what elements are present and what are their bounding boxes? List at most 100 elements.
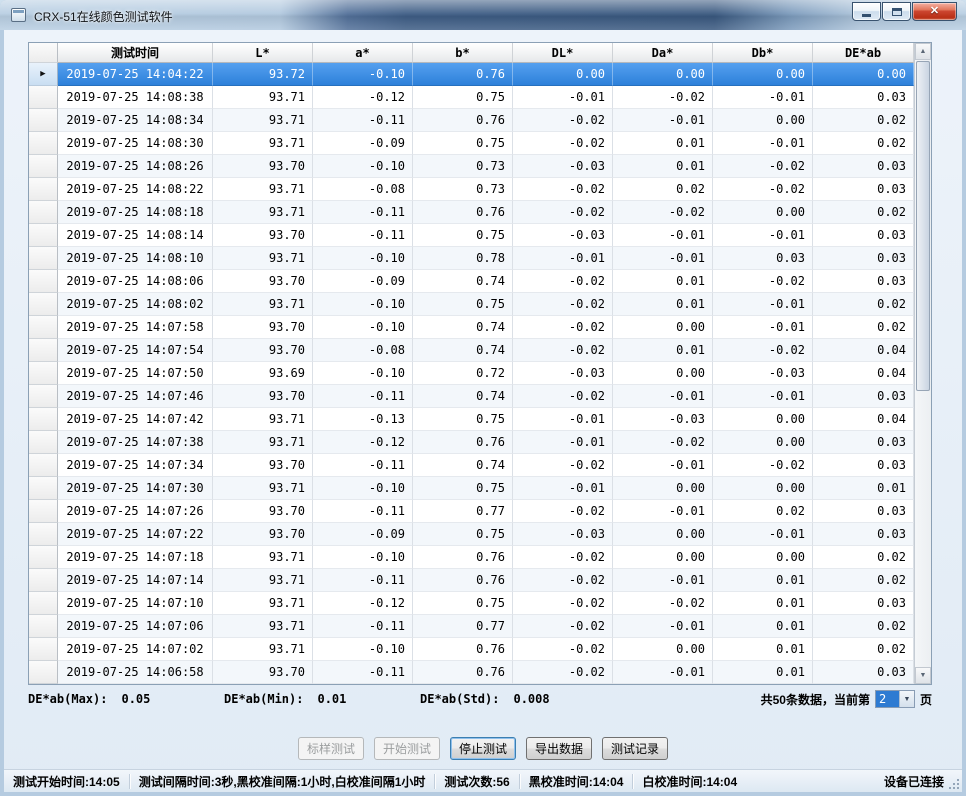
table-row[interactable]: 2019-07-25 14:07:0293.71-0.100.76-0.020.… — [29, 638, 914, 661]
table-cell[interactable]: 0.75 — [413, 86, 513, 109]
table-cell[interactable]: 93.71 — [213, 86, 313, 109]
table-cell[interactable]: 93.71 — [213, 592, 313, 615]
column-header[interactable]: Db* — [713, 43, 813, 63]
table-cell[interactable]: 0.01 — [613, 270, 713, 293]
table-cell[interactable]: -0.02 — [713, 155, 813, 178]
table-cell[interactable]: 0.03 — [813, 500, 914, 523]
table-cell[interactable]: -0.08 — [313, 339, 413, 362]
table-cell[interactable]: 93.71 — [213, 247, 313, 270]
column-header[interactable]: 测试时间 — [58, 43, 213, 63]
table-cell[interactable]: 0.01 — [713, 638, 813, 661]
table-cell[interactable]: 2019-07-25 14:07:10 — [58, 592, 213, 615]
table-cell[interactable]: -0.10 — [313, 316, 413, 339]
table-cell[interactable]: 0.76 — [413, 546, 513, 569]
table-cell[interactable]: -0.11 — [313, 201, 413, 224]
row-selector[interactable] — [29, 477, 58, 500]
table-cell[interactable]: 93.71 — [213, 477, 313, 500]
table-cell[interactable]: 93.70 — [213, 316, 313, 339]
table-cell[interactable]: -0.11 — [313, 109, 413, 132]
table-cell[interactable]: -0.09 — [313, 523, 413, 546]
table-cell[interactable]: 0.76 — [413, 638, 513, 661]
table-row[interactable]: 2019-07-25 14:08:0693.70-0.090.74-0.020.… — [29, 270, 914, 293]
row-selector[interactable] — [29, 569, 58, 592]
table-cell[interactable]: -0.02 — [613, 201, 713, 224]
table-cell[interactable]: -0.01 — [513, 431, 613, 454]
table-cell[interactable]: 0.03 — [713, 247, 813, 270]
table-cell[interactable]: -0.10 — [313, 477, 413, 500]
table-cell[interactable]: 0.00 — [613, 477, 713, 500]
table-cell[interactable]: 93.70 — [213, 454, 313, 477]
table-cell[interactable]: 93.70 — [213, 224, 313, 247]
table-row[interactable]: 2019-07-25 14:07:1093.71-0.120.75-0.02-0… — [29, 592, 914, 615]
table-cell[interactable]: -0.01 — [513, 86, 613, 109]
table-cell[interactable]: 2019-07-25 14:07:38 — [58, 431, 213, 454]
table-cell[interactable]: 0.00 — [713, 477, 813, 500]
table-cell[interactable]: 0.74 — [413, 270, 513, 293]
table-row[interactable]: 2019-07-25 14:08:2693.70-0.100.73-0.030.… — [29, 155, 914, 178]
table-cell[interactable]: -0.01 — [713, 316, 813, 339]
table-cell[interactable]: 0.03 — [813, 86, 914, 109]
table-cell[interactable]: -0.02 — [613, 86, 713, 109]
table-cell[interactable]: 0.76 — [413, 63, 513, 86]
table-cell[interactable]: -0.10 — [313, 293, 413, 316]
row-selector[interactable] — [29, 408, 58, 431]
table-cell[interactable]: 0.74 — [413, 316, 513, 339]
table-cell[interactable]: -0.02 — [513, 316, 613, 339]
table-row[interactable]: 2019-07-25 14:06:5893.70-0.110.76-0.02-0… — [29, 661, 914, 684]
table-cell[interactable]: 0.02 — [813, 615, 914, 638]
page-selector[interactable]: 2 ▼ — [875, 690, 915, 708]
table-cell[interactable]: -0.10 — [313, 63, 413, 86]
table-row[interactable]: 2019-07-25 14:07:4293.71-0.130.75-0.01-0… — [29, 408, 914, 431]
table-cell[interactable]: -0.01 — [713, 224, 813, 247]
table-cell[interactable]: 0.00 — [613, 523, 713, 546]
table-cell[interactable]: 93.70 — [213, 155, 313, 178]
table-cell[interactable]: 0.00 — [713, 431, 813, 454]
table-cell[interactable]: 0.02 — [813, 569, 914, 592]
standard-sample-test-button[interactable]: 标样测试 — [298, 737, 364, 760]
table-cell[interactable]: 93.70 — [213, 523, 313, 546]
table-cell[interactable]: -0.10 — [313, 247, 413, 270]
table-row[interactable]: 2019-07-25 14:08:3493.71-0.110.76-0.02-0… — [29, 109, 914, 132]
table-cell[interactable]: 2019-07-25 14:08:10 — [58, 247, 213, 270]
table-cell[interactable]: 2019-07-25 14:07:06 — [58, 615, 213, 638]
table-cell[interactable]: -0.02 — [513, 270, 613, 293]
table-cell[interactable]: 0.00 — [713, 201, 813, 224]
table-cell[interactable]: -0.01 — [613, 661, 713, 684]
column-header[interactable]: L* — [213, 43, 313, 63]
table-cell[interactable]: 0.00 — [613, 546, 713, 569]
table-cell[interactable]: 0.00 — [713, 546, 813, 569]
table-cell[interactable]: 0.76 — [413, 109, 513, 132]
table-cell[interactable]: 93.71 — [213, 109, 313, 132]
table-cell[interactable]: 2019-07-25 14:07:26 — [58, 500, 213, 523]
table-cell[interactable]: -0.02 — [513, 109, 613, 132]
table-cell[interactable]: 93.71 — [213, 638, 313, 661]
table-cell[interactable]: -0.01 — [613, 224, 713, 247]
table-cell[interactable]: -0.03 — [513, 362, 613, 385]
table-cell[interactable]: 93.71 — [213, 293, 313, 316]
table-row[interactable]: 2019-07-25 14:07:1893.71-0.100.76-0.020.… — [29, 546, 914, 569]
table-cell[interactable]: 0.01 — [613, 293, 713, 316]
table-cell[interactable]: 0.00 — [713, 63, 813, 86]
table-row[interactable]: 2019-07-25 14:07:3093.71-0.100.75-0.010.… — [29, 477, 914, 500]
table-cell[interactable]: 0.02 — [713, 500, 813, 523]
row-selector[interactable] — [29, 661, 58, 684]
table-row[interactable]: 2019-07-25 14:07:3493.70-0.110.74-0.02-0… — [29, 454, 914, 477]
table-row[interactable]: 2019-07-25 14:07:1493.71-0.110.76-0.02-0… — [29, 569, 914, 592]
table-cell[interactable]: 0.00 — [713, 408, 813, 431]
table-row[interactable]: 2019-07-25 14:08:1893.71-0.110.76-0.02-0… — [29, 201, 914, 224]
table-cell[interactable]: -0.01 — [713, 86, 813, 109]
table-cell[interactable]: -0.02 — [513, 132, 613, 155]
table-cell[interactable]: 0.04 — [813, 408, 914, 431]
table-cell[interactable]: -0.03 — [513, 224, 613, 247]
table-cell[interactable]: 0.03 — [813, 247, 914, 270]
row-selector[interactable] — [29, 615, 58, 638]
table-cell[interactable]: 0.02 — [813, 293, 914, 316]
table-cell[interactable]: -0.02 — [513, 592, 613, 615]
table-row[interactable]: 2019-07-25 14:08:0293.71-0.100.75-0.020.… — [29, 293, 914, 316]
table-cell[interactable]: 0.03 — [813, 454, 914, 477]
row-selector[interactable] — [29, 500, 58, 523]
table-cell[interactable]: -0.02 — [513, 500, 613, 523]
column-header[interactable]: a* — [313, 43, 413, 63]
table-cell[interactable]: 0.01 — [613, 155, 713, 178]
row-selector[interactable] — [29, 454, 58, 477]
